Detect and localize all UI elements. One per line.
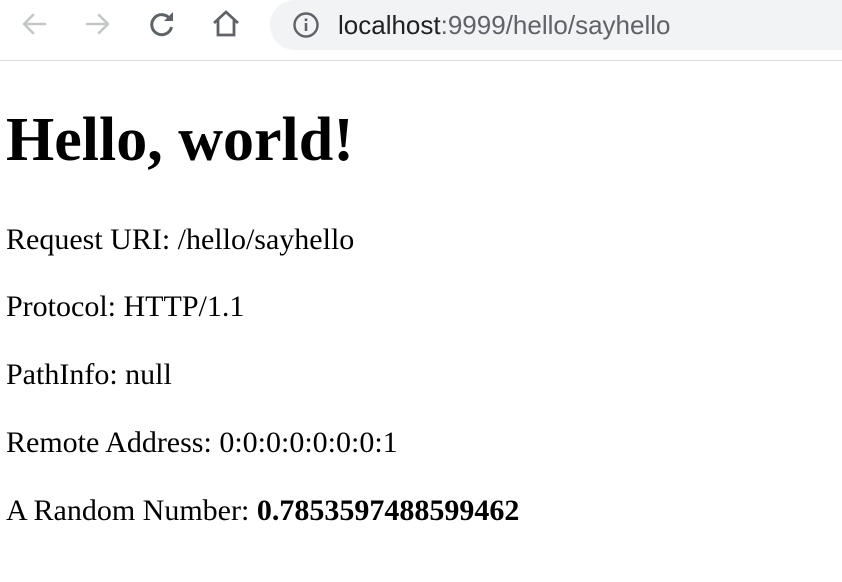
url-host: localhost [338, 10, 441, 40]
reload-icon [150, 12, 173, 37]
remote-address-label: Remote Address: [6, 426, 220, 459]
page-heading: Hello, world! [6, 106, 354, 174]
address-bar[interactable]: localhost:9999/hello/sayhello [270, 0, 842, 50]
request-uri-label: Request URI: [6, 223, 178, 256]
protocol-line: Protocol: HTTP/1.1 [6, 289, 244, 325]
home-button[interactable] [208, 6, 244, 42]
url-text[interactable]: localhost:9999/hello/sayhello [338, 8, 670, 42]
protocol-label: Protocol: [6, 290, 124, 323]
protocol-value: HTTP/1.1 [123, 290, 245, 323]
reload-button[interactable] [144, 6, 180, 42]
info-circle-icon[interactable] [292, 11, 320, 39]
remote-address-line: Remote Address: 0:0:0:0:0:0:0:1 [6, 425, 398, 461]
pathinfo-value: null [125, 358, 172, 391]
pathinfo-line: PathInfo: null [6, 357, 172, 393]
request-uri-value: /hello/sayhello [177, 223, 355, 256]
random-number-line: A Random Number: 0.7853597488599462 [6, 493, 519, 529]
remote-address-value: 0:0:0:0:0:0:0:1 [219, 426, 398, 459]
arrow-left-icon [22, 13, 47, 35]
request-uri-line: Request URI: /hello/sayhello [6, 222, 354, 258]
pathinfo-label: PathInfo: [6, 358, 126, 391]
home-icon [213, 10, 239, 37]
arrow-right-icon [85, 13, 110, 35]
back-button[interactable] [16, 6, 52, 42]
forward-button[interactable] [80, 6, 116, 42]
random-number-value: 0.7853597488599462 [256, 494, 520, 527]
browser-toolbar: localhost:9999/hello/sayhello [0, 0, 842, 61]
url-path: :9999/hello/sayhello [440, 10, 671, 40]
random-number-label: A Random Number: [6, 494, 257, 527]
